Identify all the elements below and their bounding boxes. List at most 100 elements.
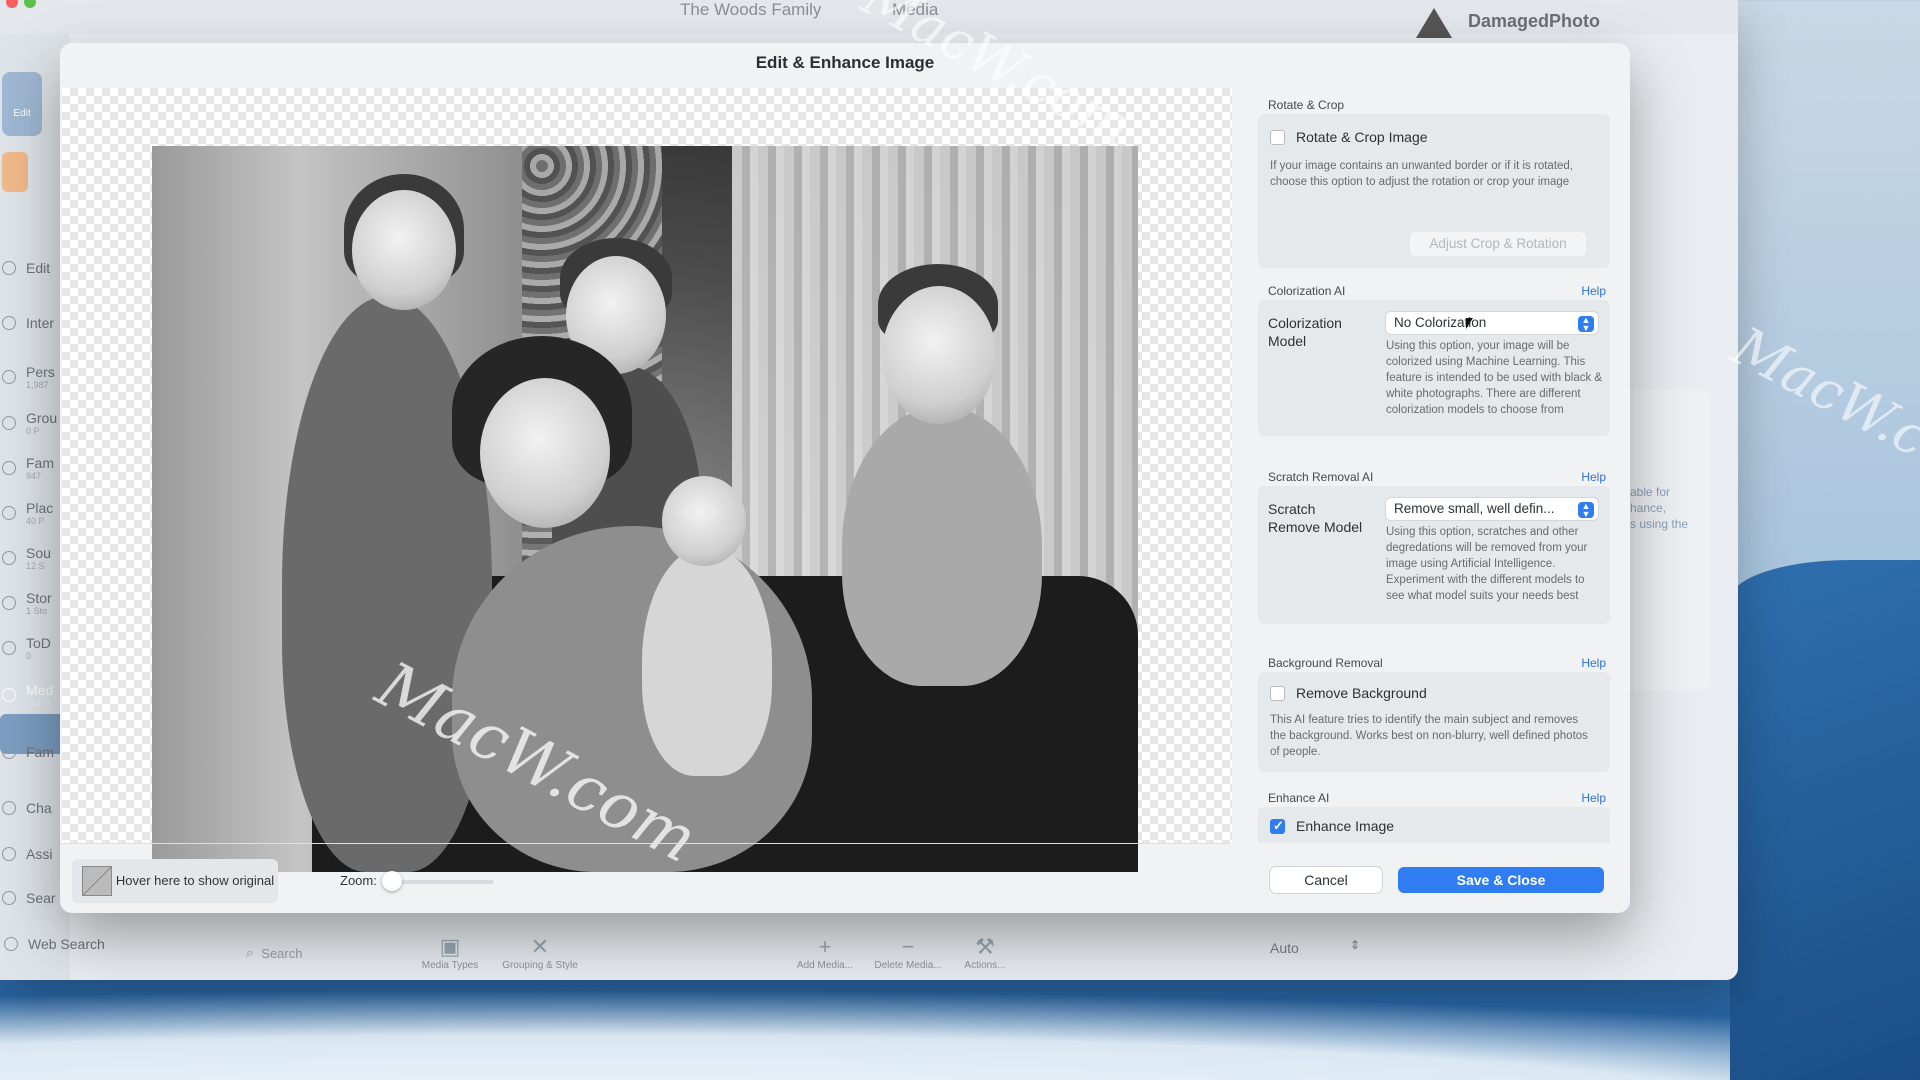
scratch-help-link[interactable]: Help	[1581, 470, 1606, 484]
rotate-crop-header: Rotate & Crop	[1268, 98, 1345, 112]
sidebar-item-interviews[interactable]: Inter	[2, 315, 54, 331]
background-faint-text: able for hance, s using the	[1630, 485, 1689, 531]
pin-icon	[2, 506, 16, 520]
edit-tool-label: Edit	[13, 108, 31, 119]
photo-boy-right	[842, 406, 1042, 686]
delete-media-button[interactable]: − Delete Media...	[868, 934, 948, 971]
sidebar-item-charts[interactable]: Cha	[2, 800, 52, 816]
reports-tool-button[interactable]	[2, 152, 28, 192]
app-family-title: The Woods Family	[680, 0, 822, 19]
plus-icon: +	[818, 934, 832, 959]
watermark-text-right: MacW.com	[1722, 314, 1920, 509]
rotate-crop-description: If your image contains an unwanted borde…	[1270, 160, 1573, 188]
search-icon: ⌕	[246, 945, 254, 960]
scratch-model-label: Scratch Remove Model	[1268, 501, 1363, 535]
scratch-removal-header: Scratch Removal AI	[1268, 470, 1374, 484]
actions-button[interactable]: ⚒ Actions...	[950, 934, 1020, 971]
sidebar-item-persons[interactable]: Pers 1,987	[2, 364, 55, 390]
close-window-icon[interactable]	[6, 0, 18, 8]
sidebar-item-sources[interactable]: Sou 12 S	[2, 545, 51, 571]
desktop-wallpaper-wave	[1730, 560, 1920, 1080]
background-removal-card: Remove Background This AI feature tries …	[1258, 672, 1610, 772]
sidebar-item-family-search[interactable]: Fam	[2, 744, 54, 760]
grid-icon	[2, 261, 16, 275]
rotate-crop-checkbox[interactable]	[1270, 130, 1285, 145]
family-photo: MacW.com	[152, 146, 1138, 872]
scratch-model-select[interactable]: Remove small, well defin... ▲ ▼	[1386, 498, 1598, 520]
minus-icon: −	[901, 934, 915, 959]
sidebar-item-todos[interactable]: ToD 0	[2, 635, 51, 661]
enhance-ai-card: Enhance Image	[1258, 807, 1610, 843]
chevron-updown-icon: ⇕	[1350, 938, 1361, 952]
edit-enhance-dialog: Edit & Enhance Image MacW.com Hover here…	[60, 43, 1630, 913]
chart-icon	[2, 801, 16, 815]
zoom-window-icon[interactable]	[24, 0, 36, 8]
app-brand: DamagedPhoto	[1412, 4, 1600, 38]
person-icon	[2, 316, 16, 330]
enhance-ai-header: Enhance AI	[1268, 791, 1330, 805]
media-icon	[2, 688, 16, 702]
colorization-card: Colorization Model No Colorization ▲ ▼ Us…	[1258, 300, 1610, 436]
compare-icon	[82, 866, 112, 896]
rotate-crop-card: Rotate & Crop Image If your image contai…	[1258, 114, 1610, 268]
brand-name: DamagedPhoto	[1468, 10, 1601, 31]
sidebar-item-edit[interactable]: Edit	[2, 260, 50, 276]
colorization-description: Using this option, your image will be co…	[1386, 340, 1603, 416]
family-icon	[2, 461, 16, 475]
sidebar-item-search[interactable]: Sear	[2, 890, 56, 906]
enhance-help-link[interactable]: Help	[1581, 791, 1606, 805]
check-icon	[2, 641, 16, 655]
assistant-icon	[2, 847, 16, 861]
background-help-link[interactable]: Help	[1581, 656, 1606, 670]
footer-divider	[60, 843, 1230, 844]
background-removal-description: This AI feature tries to identify the ma…	[1270, 714, 1588, 758]
edit-tool-button[interactable]: Edit	[2, 72, 42, 136]
photo-baby	[642, 546, 772, 776]
remove-background-checkbox[interactable]	[1270, 686, 1285, 701]
enhance-image-checkbox[interactable]	[1270, 818, 1285, 834]
group-icon	[2, 416, 16, 430]
add-media-button[interactable]: + Add Media...	[790, 934, 860, 971]
save-close-button[interactable]: Save & Close	[1398, 867, 1604, 893]
dialog-title: Edit & Enhance Image	[755, 53, 935, 72]
sidebar-item-assistant[interactable]: Assi	[2, 846, 52, 862]
media-types-button[interactable]: ▣ Media Types	[415, 934, 485, 971]
grouping-style-button[interactable]: ✕ Grouping & Style	[495, 934, 585, 971]
persons-icon	[2, 370, 16, 384]
chevron-updown-icon: ▲ ▼	[1578, 502, 1594, 519]
brand-logo-icon	[1412, 4, 1456, 38]
media-types-icon: ▣	[439, 934, 461, 959]
book-icon	[2, 551, 16, 565]
search-icon	[2, 891, 16, 905]
web-search-item[interactable]: Web Search	[4, 936, 105, 952]
bottom-search-field[interactable]: ⌕ Search	[246, 942, 406, 964]
colorization-model-label: Colorization Model	[1268, 315, 1342, 349]
scratch-description: Using this option, scratches and other d…	[1386, 526, 1588, 602]
zoom-label: Zoom:	[340, 873, 377, 888]
sidebar-item-places[interactable]: Plac 40 P	[2, 500, 53, 526]
zoom-slider-knob[interactable]	[382, 871, 403, 891]
hover-original-label: Hover here to show original	[115, 873, 275, 888]
story-icon	[2, 596, 16, 610]
sidebar-item-stories[interactable]: Stor 1 Sto	[2, 590, 52, 616]
cancel-button[interactable]: Cancel	[1270, 867, 1382, 893]
sidebar-item-media[interactable]: Med 164 M	[2, 682, 53, 708]
mouse-cursor-icon	[1466, 318, 1473, 329]
colorization-header: Colorization AI	[1268, 284, 1346, 298]
background-removal-header: Background Removal	[1268, 656, 1383, 670]
colorization-help-link[interactable]: Help	[1581, 284, 1606, 298]
adjust-crop-rotation-button[interactable]: Adjust Crop & Rotation	[1410, 232, 1586, 256]
sidebar-item-groups[interactable]: Grou 0 P	[2, 410, 57, 436]
remove-background-label[interactable]: Remove Background	[1296, 685, 1427, 701]
scratch-removal-card: Scratch Remove Model Remove small, well …	[1258, 486, 1610, 624]
tree-icon	[2, 745, 16, 759]
tools-icon: ✕	[530, 934, 550, 959]
hammer-icon: ⚒	[975, 934, 995, 959]
image-canvas[interactable]: MacW.com	[62, 88, 1232, 872]
sidebar-item-families[interactable]: Fam 947	[2, 455, 54, 481]
colorization-model-select[interactable]: No Colorization ▲ ▼	[1386, 312, 1598, 334]
auto-select[interactable]: Auto	[1270, 940, 1299, 956]
enhance-image-label[interactable]: Enhance Image	[1296, 818, 1394, 834]
rotate-crop-label[interactable]: Rotate & Crop Image	[1296, 129, 1428, 145]
hover-show-original[interactable]: Hover here to show original	[72, 859, 278, 903]
